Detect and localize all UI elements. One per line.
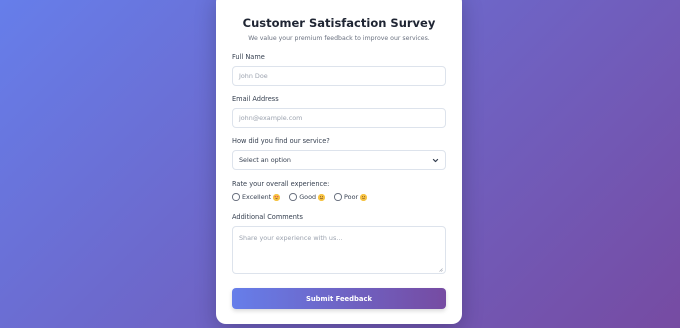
rating-option-label: Poor — [344, 193, 359, 201]
heart-eyes-emoji-icon — [273, 193, 281, 201]
radio-good[interactable] — [289, 193, 297, 201]
comments-label: Additional Comments — [232, 213, 303, 221]
full-name-placeholder: John Doe — [239, 72, 268, 80]
rating-option-excellent[interactable]: Excellent — [232, 193, 281, 201]
radio-poor[interactable] — [334, 193, 342, 201]
email-group: Email Address john@example.com — [232, 95, 446, 128]
comments-textarea[interactable]: Share your experience with us... — [232, 226, 446, 274]
source-group: How did you find our service? Select an … — [232, 137, 446, 170]
comments-placeholder: Share your experience with us... — [239, 234, 343, 242]
full-name-group: Full Name John Doe — [232, 53, 446, 86]
smile-emoji-icon — [318, 193, 326, 201]
neutral-emoji-icon — [360, 193, 368, 201]
source-label: How did you find our service? — [232, 137, 330, 145]
comments-group: Additional Comments Share your experienc… — [232, 213, 446, 274]
rating-label: Rate your overall experience: — [232, 180, 330, 188]
source-select[interactable]: Select an option — [232, 150, 446, 170]
full-name-label: Full Name — [232, 53, 265, 61]
full-name-input[interactable]: John Doe — [232, 66, 446, 86]
rating-option-label: Good — [299, 193, 317, 201]
submit-feedback-button[interactable]: Submit Feedback — [232, 288, 446, 309]
chevron-down-icon — [431, 156, 439, 164]
resize-handle-icon[interactable] — [438, 266, 443, 272]
submit-feedback-label: Submit Feedback — [305, 294, 373, 303]
rating-option-poor[interactable]: Poor — [334, 193, 368, 201]
source-selected-value: Select an option — [239, 156, 291, 164]
rating-option-label: Excellent — [242, 193, 272, 201]
rating-group: Rate your overall experience: Excellent … — [232, 180, 446, 201]
radio-excellent[interactable] — [232, 193, 240, 201]
survey-subtitle: We value your premium feedback to improv… — [248, 35, 430, 42]
email-placeholder: john@example.com — [239, 114, 303, 122]
email-input[interactable]: john@example.com — [232, 108, 446, 128]
email-label: Email Address — [232, 95, 279, 103]
survey-card: Customer Satisfaction Survey We value yo… — [216, 0, 462, 324]
rating-options: Excellent Good Poor — [232, 193, 446, 201]
rating-option-good[interactable]: Good — [289, 193, 326, 201]
survey-title: Customer Satisfaction Survey — [242, 16, 436, 30]
